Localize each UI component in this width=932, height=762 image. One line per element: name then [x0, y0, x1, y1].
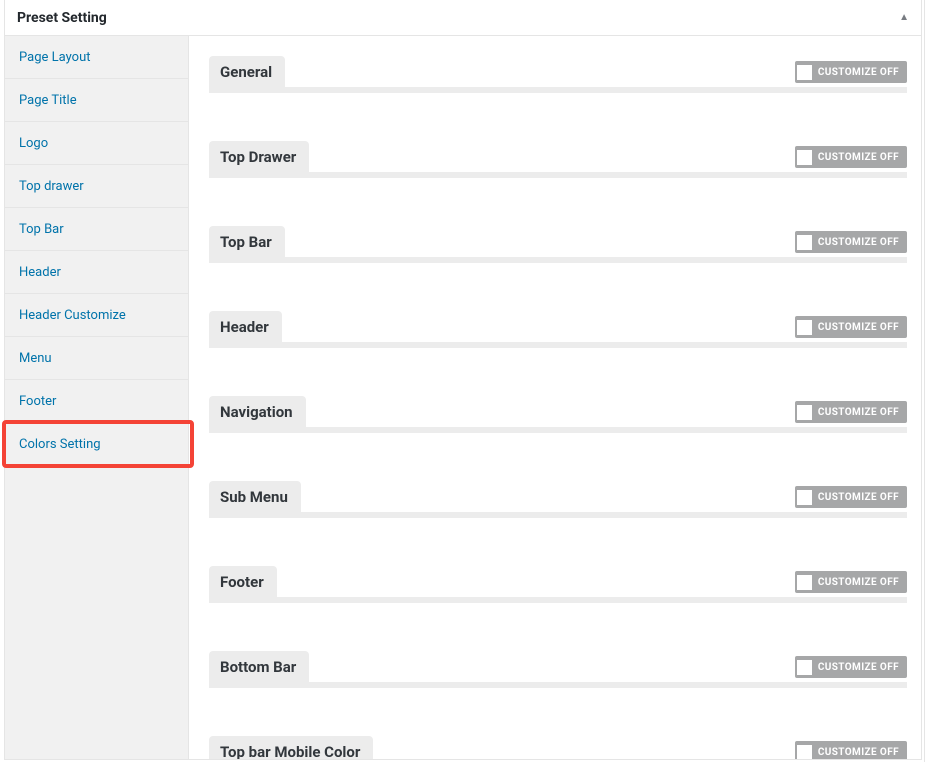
customize-toggle-top-bar-mobile[interactable]: CUSTOMIZE OFF	[795, 741, 907, 759]
sidebar-item-label: Page Layout	[19, 50, 91, 65]
section-bar	[209, 342, 907, 348]
toggle-label: CUSTOMIZE OFF	[818, 407, 899, 418]
section-header: Header CUSTOMIZE OFF	[209, 311, 907, 348]
section-bar	[209, 172, 907, 178]
right-border-decor	[924, 0, 925, 762]
customize-toggle-general[interactable]: CUSTOMIZE OFF	[795, 61, 907, 83]
section-title: Top bar Mobile Color	[209, 736, 373, 759]
toggle-label: CUSTOMIZE OFF	[818, 322, 899, 333]
sidebar-item-label: Logo	[19, 136, 48, 151]
toggle-knob-icon	[797, 65, 812, 80]
sidebar-item-page-layout[interactable]: Page Layout	[5, 36, 188, 79]
toggle-knob-icon	[797, 745, 812, 760]
toggle-label: CUSTOMIZE OFF	[818, 747, 899, 758]
section-bar	[209, 682, 907, 688]
section-title: General	[209, 56, 285, 88]
section-title: Sub Menu	[209, 481, 301, 513]
customize-toggle-top-bar[interactable]: CUSTOMIZE OFF	[795, 231, 907, 253]
section-bottom-bar: Bottom Bar CUSTOMIZE OFF	[209, 651, 907, 688]
sidebar-item-top-drawer[interactable]: Top drawer	[5, 165, 188, 208]
content-area: General CUSTOMIZE OFF Top Drawer CUSTOMI…	[189, 36, 921, 759]
panel-header[interactable]: Preset Setting ▲	[5, 0, 921, 36]
section-title: Header	[209, 311, 282, 343]
section-navigation: Navigation CUSTOMIZE OFF	[209, 396, 907, 433]
section-title: Top Bar	[209, 226, 285, 258]
customize-toggle-header[interactable]: CUSTOMIZE OFF	[795, 316, 907, 338]
section-title: Navigation	[209, 396, 306, 428]
section-title: Bottom Bar	[209, 651, 309, 683]
section-bar	[209, 427, 907, 433]
sidebar-item-label: Page Title	[19, 93, 77, 108]
section-row: Top bar Mobile Color CUSTOMIZE OFF	[209, 736, 907, 759]
toggle-label: CUSTOMIZE OFF	[818, 67, 899, 78]
sidebar-item-label: Top Bar	[19, 222, 64, 237]
sidebar-item-label: Header	[19, 265, 61, 280]
section-top-bar: Top Bar CUSTOMIZE OFF	[209, 226, 907, 263]
preset-setting-panel: Preset Setting ▲ Page Layout Page Title …	[4, 0, 922, 760]
toggle-knob-icon	[797, 575, 812, 590]
customize-toggle-footer[interactable]: CUSTOMIZE OFF	[795, 571, 907, 593]
sidebar-item-label: Header Customize	[19, 308, 126, 323]
section-top-drawer: Top Drawer CUSTOMIZE OFF	[209, 141, 907, 178]
sidebar-item-label: Colors Setting	[19, 437, 101, 452]
section-bar	[209, 257, 907, 263]
toggle-label: CUSTOMIZE OFF	[818, 237, 899, 248]
sidebar-item-logo[interactable]: Logo	[5, 122, 188, 165]
section-row: Top Bar CUSTOMIZE OFF	[209, 226, 907, 258]
section-footer: Footer CUSTOMIZE OFF	[209, 566, 907, 603]
sidebar-item-label: Top drawer	[19, 179, 84, 194]
toggle-knob-icon	[797, 490, 812, 505]
section-title: Top Drawer	[209, 141, 309, 173]
sidebar-item-header[interactable]: Header	[5, 251, 188, 294]
sidebar: Page Layout Page Title Logo Top drawer T…	[5, 36, 189, 759]
section-row: Footer CUSTOMIZE OFF	[209, 566, 907, 598]
panel-title: Preset Setting	[17, 10, 107, 26]
toggle-knob-icon	[797, 660, 812, 675]
sidebar-item-label: Menu	[19, 351, 52, 366]
sidebar-item-menu[interactable]: Menu	[5, 337, 188, 380]
sidebar-item-footer[interactable]: Footer	[5, 380, 188, 423]
toggle-label: CUSTOMIZE OFF	[818, 577, 899, 588]
section-bar	[209, 87, 907, 93]
toggle-label: CUSTOMIZE OFF	[818, 662, 899, 673]
section-row: Navigation CUSTOMIZE OFF	[209, 396, 907, 428]
section-general: General CUSTOMIZE OFF	[209, 56, 907, 93]
section-sub-menu: Sub Menu CUSTOMIZE OFF	[209, 481, 907, 518]
toggle-knob-icon	[797, 405, 812, 420]
section-bar	[209, 597, 907, 603]
customize-toggle-bottom-bar[interactable]: CUSTOMIZE OFF	[795, 656, 907, 678]
section-row: Bottom Bar CUSTOMIZE OFF	[209, 651, 907, 683]
section-title: Footer	[209, 566, 277, 598]
customize-toggle-navigation[interactable]: CUSTOMIZE OFF	[795, 401, 907, 423]
panel-body: Page Layout Page Title Logo Top drawer T…	[5, 36, 921, 759]
sidebar-item-page-title[interactable]: Page Title	[5, 79, 188, 122]
toggle-knob-icon	[797, 320, 812, 335]
toggle-knob-icon	[797, 235, 812, 250]
sidebar-item-top-bar[interactable]: Top Bar	[5, 208, 188, 251]
section-top-bar-mobile-color: Top bar Mobile Color CUSTOMIZE OFF	[209, 736, 907, 759]
customize-toggle-sub-menu[interactable]: CUSTOMIZE OFF	[795, 486, 907, 508]
toggle-label: CUSTOMIZE OFF	[818, 492, 899, 503]
sidebar-item-colors-setting[interactable]: Colors Setting	[5, 423, 188, 466]
toggle-label: CUSTOMIZE OFF	[818, 152, 899, 163]
section-row: Sub Menu CUSTOMIZE OFF	[209, 481, 907, 513]
section-row: Top Drawer CUSTOMIZE OFF	[209, 141, 907, 173]
toggle-knob-icon	[797, 150, 812, 165]
section-bar	[209, 512, 907, 518]
collapse-up-icon[interactable]: ▲	[899, 13, 909, 23]
sidebar-item-header-customize[interactable]: Header Customize	[5, 294, 188, 337]
section-row: Header CUSTOMIZE OFF	[209, 311, 907, 343]
section-row: General CUSTOMIZE OFF	[209, 56, 907, 88]
customize-toggle-top-drawer[interactable]: CUSTOMIZE OFF	[795, 146, 907, 168]
sidebar-item-label: Footer	[19, 394, 56, 409]
